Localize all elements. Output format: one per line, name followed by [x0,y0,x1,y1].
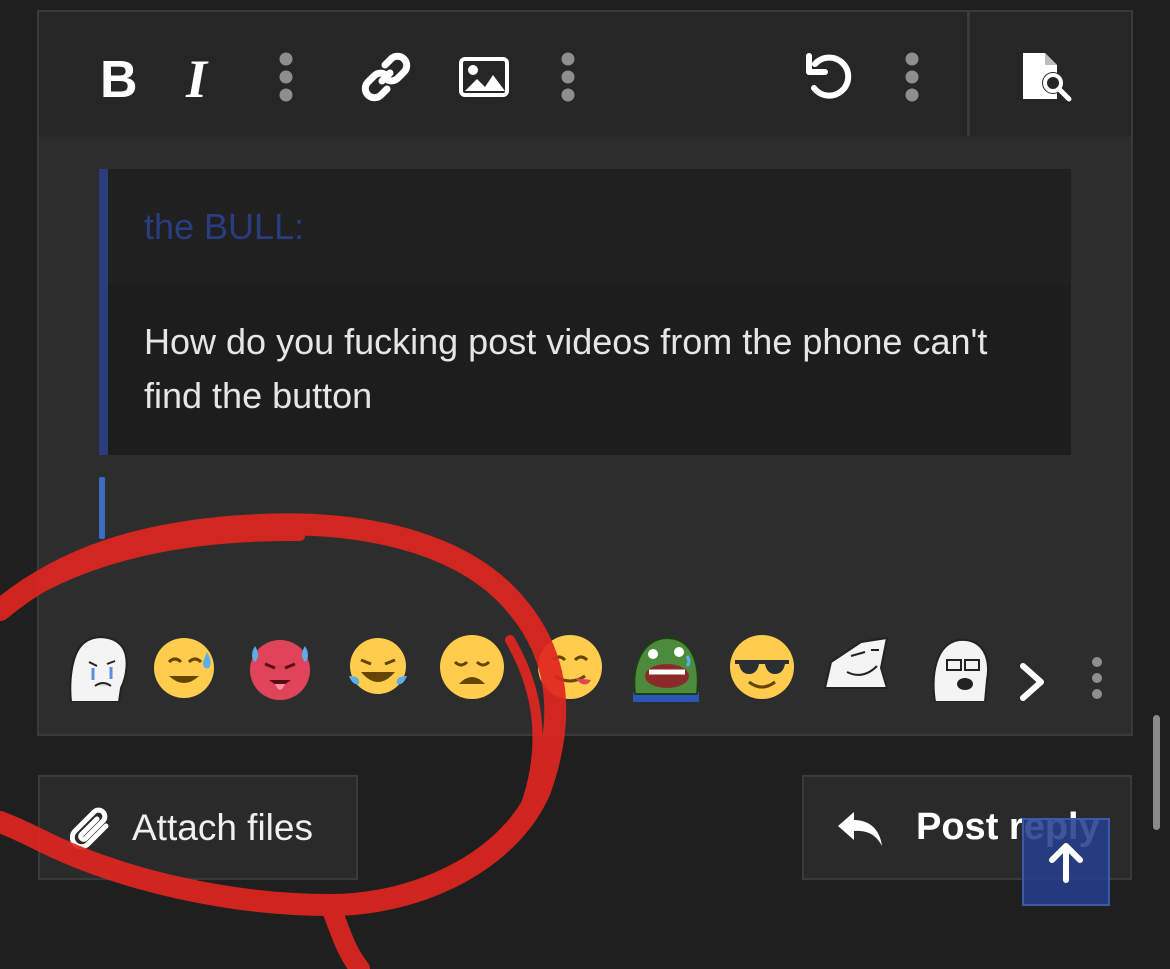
troll-face-emoji[interactable] [821,632,891,702]
quote-text: How do you fucking post videos from the … [144,321,988,416]
italic-button[interactable]: I [167,42,237,112]
more-options-button[interactable] [877,42,947,112]
link-icon [361,52,411,102]
yum-face-emoji[interactable] [535,632,605,702]
image-icon [459,57,509,97]
bold-icon: B [100,53,138,101]
laughing-pepe-emoji[interactable] [631,632,701,702]
vertical-dots-icon [561,52,575,102]
editor-toolbar: B I [39,12,1131,138]
more-text-options-button[interactable] [251,42,321,112]
undo-button[interactable] [794,42,864,112]
toolbar-divider [967,12,970,136]
bold-button[interactable]: B [85,42,155,112]
tears-of-joy-emoji[interactable] [343,632,413,702]
link-button[interactable] [351,42,421,112]
svg-text:I: I [185,53,209,101]
crying-wojak-emoji[interactable] [65,632,135,702]
message-editor[interactable]: B I the BULL: How do you fucking post vi… [37,10,1133,736]
undo-icon [806,53,852,99]
more-insert-options-button[interactable] [533,42,603,112]
paperclip-icon [70,807,109,849]
svg-text:B: B [100,53,138,101]
quote-author[interactable]: the BULL: [108,169,1071,285]
reply-icon [838,811,882,846]
sunglasses-face-emoji[interactable] [727,632,797,702]
chevron-right-icon[interactable] [1017,662,1047,702]
preview-button[interactable] [1015,42,1085,112]
hot-face-emoji[interactable] [245,632,315,702]
document-search-icon [1023,53,1072,102]
text-cursor [99,477,105,539]
scroll-to-top-button[interactable] [1022,818,1110,906]
arrow-up-icon [1049,843,1083,883]
vertical-dots-icon [905,52,919,102]
sweat-smile-emoji[interactable] [151,632,221,702]
attach-files-button[interactable]: Attach files [38,775,358,880]
soyjak-emoji[interactable] [927,632,997,702]
page-scrollbar[interactable] [1153,715,1160,830]
quoted-message: the BULL: How do you fucking post videos… [99,169,1071,455]
italic-icon: I [185,53,209,101]
vertical-dots-icon [279,52,293,102]
attach-files-label: Attach files [132,806,313,848]
weary-face-emoji[interactable] [437,632,507,702]
emoji-bar [39,632,1131,722]
vertical-dots-icon[interactable] [1089,654,1105,704]
image-button[interactable] [449,42,519,112]
